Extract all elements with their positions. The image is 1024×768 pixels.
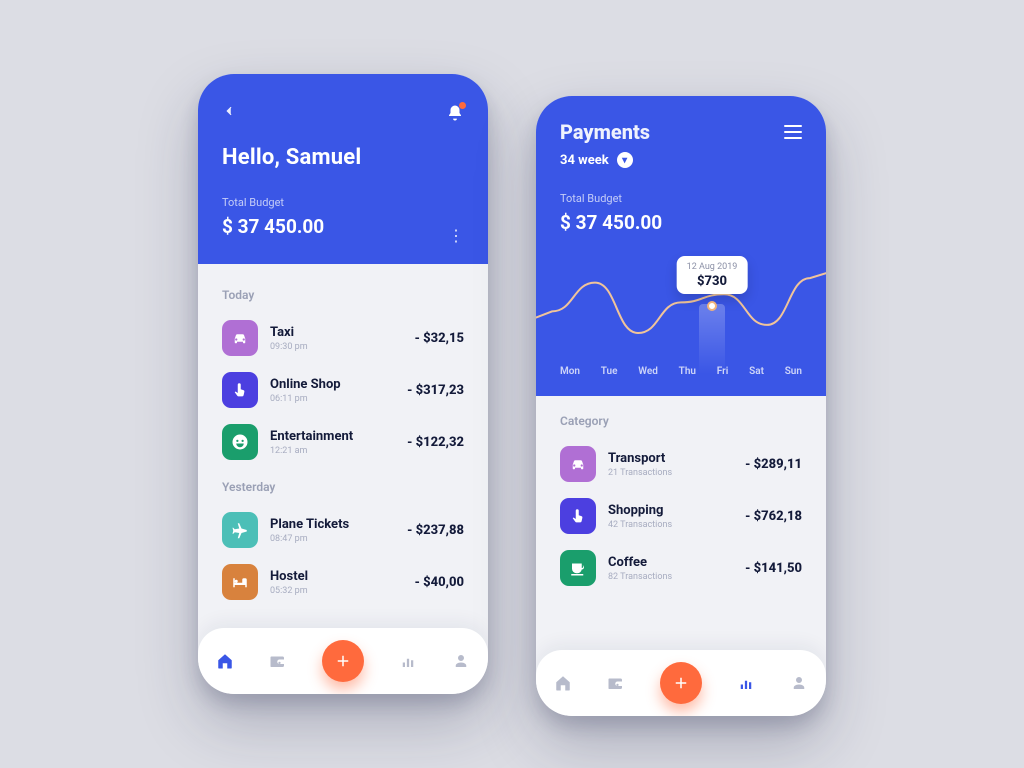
category-amount: - $141,50 xyxy=(745,561,802,576)
payments-title: Payments xyxy=(560,120,650,144)
transaction-name: Online Shop xyxy=(270,377,407,392)
bell-icon[interactable] xyxy=(446,104,464,122)
fab-add-button[interactable] xyxy=(660,662,702,704)
tooltip-value: $730 xyxy=(687,274,738,289)
transaction-name: Taxi xyxy=(270,325,414,340)
chart-highlight-glow xyxy=(699,304,725,374)
chevron-down-icon: ▾ xyxy=(617,152,633,168)
week-label: 34 week xyxy=(560,153,609,168)
back-button[interactable] xyxy=(222,102,236,123)
axis-day: Sat xyxy=(749,366,764,377)
week-selector[interactable]: 34 week ▾ xyxy=(560,152,802,168)
budget-label-2: Total Budget xyxy=(560,192,802,205)
fab-add-button[interactable] xyxy=(322,640,364,682)
transaction-name: Hostel xyxy=(270,569,414,584)
nav-profile-icon[interactable] xyxy=(451,651,471,671)
category-row[interactable]: Shopping 42 Transactions - $762,18 xyxy=(560,490,802,542)
category-name: Coffee xyxy=(608,555,745,570)
smile-icon xyxy=(222,424,258,460)
bottom-nav-2 xyxy=(536,650,826,716)
chart-x-axis: Mon Tue Wed Thu Fri Sat Sun xyxy=(536,366,826,389)
tap-icon xyxy=(222,372,258,408)
payments-header: Payments 34 week ▾ Total Budget $ 37 450… xyxy=(536,96,826,406)
transaction-row[interactable]: Plane Tickets 08:47 pm - $237,88 xyxy=(222,504,464,556)
nav-profile-icon[interactable] xyxy=(789,673,809,693)
axis-day: Mon xyxy=(560,366,580,377)
nav-stats-icon[interactable] xyxy=(398,651,418,671)
axis-day: Thu xyxy=(679,366,696,377)
transaction-sub: 06:11 pm xyxy=(270,394,407,404)
cup-icon xyxy=(560,550,596,586)
category-row[interactable]: Transport 21 Transactions - $289,11 xyxy=(560,438,802,490)
transaction-sub: 05:32 pm xyxy=(270,586,414,596)
category-name: Shopping xyxy=(608,503,745,518)
section-yesterday: Yesterday xyxy=(222,480,464,494)
nav-wallet-icon[interactable] xyxy=(268,651,288,671)
transaction-row[interactable]: Taxi 09:30 pm - $32,15 xyxy=(222,312,464,364)
transaction-amount: - $40,00 xyxy=(414,575,464,590)
menu-icon[interactable] xyxy=(784,125,802,139)
nav-stats-icon[interactable] xyxy=(736,673,756,693)
nav-wallet-icon[interactable] xyxy=(606,673,626,693)
screen-payments: Payments 34 week ▾ Total Budget $ 37 450… xyxy=(536,96,826,716)
transaction-name: Entertainment xyxy=(270,429,407,444)
transaction-amount: - $317,23 xyxy=(407,383,464,398)
budget-value: $ 37 450.00 xyxy=(222,215,324,238)
car-icon xyxy=(222,320,258,356)
weekly-chart: 12 Aug 2019 $730 Mon Tue Wed Thu Fri Sat Sun xyxy=(536,256,826,406)
bed-icon xyxy=(222,564,258,600)
section-today: Today xyxy=(222,288,464,302)
plane-icon xyxy=(222,512,258,548)
transaction-amount: - $32,15 xyxy=(414,331,464,346)
transactions-list: Today Taxi 09:30 pm - $32,15 Online Shop… xyxy=(198,264,488,628)
transaction-name: Plane Tickets xyxy=(270,517,407,532)
more-menu-icon[interactable]: ⋮ xyxy=(448,234,464,238)
transaction-sub: 09:30 pm xyxy=(270,342,414,352)
car-icon xyxy=(560,446,596,482)
axis-day: Fri xyxy=(717,366,729,377)
category-heading: Category xyxy=(560,414,802,428)
category-amount: - $762,18 xyxy=(745,509,802,524)
transaction-sub: 12:21 am xyxy=(270,446,407,456)
home-header: Hello, Samuel Total Budget $ 37 450.00 ⋮ xyxy=(198,74,488,264)
transaction-row[interactable]: Entertainment 12:21 am - $122,32 xyxy=(222,416,464,468)
category-row[interactable]: Coffee 82 Transactions - $141,50 xyxy=(560,542,802,594)
category-amount: - $289,11 xyxy=(745,457,802,472)
axis-day: Wed xyxy=(638,366,658,377)
category-name: Transport xyxy=(608,451,745,466)
greeting: Hello, Samuel xyxy=(222,145,464,170)
tap-icon xyxy=(560,498,596,534)
transaction-sub: 08:47 pm xyxy=(270,534,407,544)
chart-point-marker xyxy=(707,301,717,311)
categories-panel: Category Transport 21 Transactions - $28… xyxy=(536,396,826,650)
transaction-amount: - $237,88 xyxy=(407,523,464,538)
transaction-row[interactable]: Hostel 05:32 pm - $40,00 xyxy=(222,556,464,608)
transaction-row[interactable]: Online Shop 06:11 pm - $317,23 xyxy=(222,364,464,416)
budget-label: Total Budget xyxy=(222,196,324,209)
nav-home-icon[interactable] xyxy=(215,651,235,671)
axis-day: Sun xyxy=(785,366,802,377)
category-sub: 21 Transactions xyxy=(608,468,745,478)
budget-value-2: $ 37 450.00 xyxy=(560,211,802,234)
chart-tooltip: 12 Aug 2019 $730 xyxy=(677,256,748,294)
bottom-nav xyxy=(198,628,488,694)
nav-home-icon[interactable] xyxy=(553,673,573,693)
axis-day: Tue xyxy=(601,366,618,377)
screen-home: Hello, Samuel Total Budget $ 37 450.00 ⋮… xyxy=(198,74,488,694)
transaction-amount: - $122,32 xyxy=(407,435,464,450)
category-sub: 82 Transactions xyxy=(608,572,745,582)
category-sub: 42 Transactions xyxy=(608,520,745,530)
tooltip-date: 12 Aug 2019 xyxy=(687,262,738,272)
